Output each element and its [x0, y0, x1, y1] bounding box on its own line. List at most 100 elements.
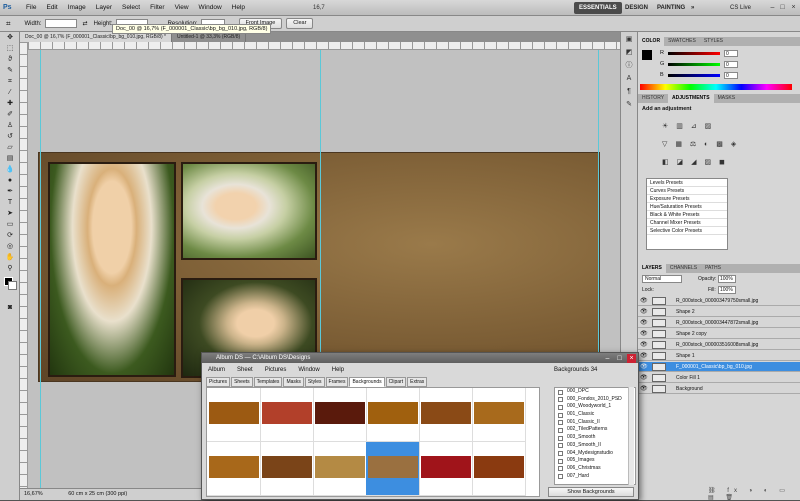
folder-list-item[interactable]: 006_Christmas [555, 465, 635, 473]
move-tool-icon[interactable]: ✥ [3, 33, 17, 43]
tab-layers[interactable]: LAYERS [638, 264, 666, 273]
green-value[interactable]: 0 [724, 60, 738, 68]
color-foreground-swatch[interactable] [642, 50, 652, 60]
character-icon[interactable]: A [623, 74, 635, 84]
swap-icon[interactable]: ⇄ [83, 20, 88, 27]
background-thumbnail[interactable] [262, 456, 312, 478]
horizontal-ruler[interactable] [28, 42, 620, 50]
folder-list-item[interactable]: 004_Mydesignstudio [555, 450, 635, 458]
folder-list-item[interactable]: 000_Fondos_2010_PSD [555, 396, 635, 404]
menu-help[interactable]: Help [227, 0, 250, 16]
eye-icon[interactable]: 👁 [640, 330, 648, 338]
adjustment-icons-row-1[interactable]: ☀ ▥ ⊿ ▨ [662, 122, 762, 132]
menu-select[interactable]: Select [117, 0, 145, 16]
zoom-status[interactable]: 16,67% [20, 491, 43, 497]
thumbnail-cell[interactable] [472, 388, 526, 442]
layer-row[interactable]: 👁 Color Fill 1 [638, 373, 800, 383]
album-menu-sheet[interactable]: Sheet [231, 367, 259, 373]
eye-icon[interactable]: 👁 [640, 385, 648, 393]
album-menu-album[interactable]: Album [202, 367, 231, 373]
cs-live[interactable]: CS Live [730, 3, 751, 13]
tab-masks[interactable]: MASKS [714, 94, 740, 103]
album-title-bar[interactable]: Album DS — C:\Album DS\Designs [202, 353, 638, 363]
background-thumbnail[interactable] [315, 402, 365, 424]
zoom-level[interactable]: 16,7 [310, 5, 328, 11]
eraser-icon[interactable]: ▱ [3, 143, 17, 153]
background-thumbnail[interactable] [262, 402, 312, 424]
thumbnail-cell[interactable] [472, 442, 526, 496]
eye-icon[interactable]: 👁 [640, 341, 648, 349]
menu-file[interactable]: File [21, 0, 41, 16]
background-thumbnail[interactable] [368, 456, 418, 478]
preset-levels[interactable]: Levels Presets [647, 179, 727, 187]
folder-checkbox[interactable] [558, 389, 563, 395]
adjustment-icons-row-2[interactable]: ▽ ▦ ⚖ ◐ ▩ ◈ [662, 140, 762, 150]
folder-list-scrollbar[interactable] [628, 387, 634, 485]
background-thumbnail[interactable] [209, 402, 259, 424]
album-tab-pictures[interactable]: Pictures [206, 377, 231, 387]
thumbnail-cell[interactable] [366, 442, 420, 496]
album-maximize-icon[interactable]: □ [615, 354, 624, 363]
eye-icon[interactable]: 👁 [640, 297, 648, 305]
menu-window[interactable]: Window [194, 0, 227, 16]
hand-tool-icon[interactable]: ✋ [3, 253, 17, 263]
menu-image[interactable]: Image [63, 0, 91, 16]
layer-row[interactable]: 👁 F_000001_Classic\bp_bg_010.jpg [638, 362, 800, 372]
folder-list-item[interactable]: 001_Classic [555, 411, 635, 419]
eye-icon[interactable]: 👁 [640, 363, 648, 371]
thumbnail-cell[interactable] [207, 388, 261, 442]
background-thumbnail[interactable] [474, 456, 524, 478]
folder-checkbox[interactable] [558, 458, 563, 464]
folder-list-item[interactable]: 003_Smooth_II [555, 442, 635, 450]
preset-channel-mixer[interactable]: Channel Mixer Presets [647, 219, 727, 227]
album-tab-backgrounds[interactable]: Backgrounds [349, 377, 385, 387]
width-field[interactable] [44, 19, 77, 28]
layer-row[interactable]: 👁 R_000stock_000003479750small.jpg [638, 296, 800, 306]
album-tab-frames[interactable]: Frames [325, 377, 349, 387]
3d-rotate-icon[interactable]: ⟳ [3, 231, 17, 241]
mini-bridge-icon[interactable]: ▣ [623, 35, 635, 45]
zoom-tool-icon[interactable]: ⚲ [3, 264, 17, 274]
navigator-icon[interactable]: ◩ [623, 48, 635, 58]
album-tab-sheets[interactable]: Sheets [231, 377, 253, 387]
layer-row[interactable]: 👁 Shape 2 [638, 307, 800, 317]
blue-value[interactable]: 0 [724, 71, 738, 79]
folder-checkbox[interactable] [558, 397, 563, 403]
eye-icon[interactable]: 👁 [640, 308, 648, 316]
album-menu-window[interactable]: Window [292, 367, 325, 373]
shape-tool-icon[interactable]: ▭ [3, 220, 17, 230]
tab-swatches[interactable]: SWATCHES [664, 37, 700, 46]
background-thumbnail[interactable] [421, 402, 471, 424]
crop-tool-icon[interactable]: ⌗ [3, 77, 17, 87]
healing-brush-icon[interactable]: ✚ [3, 99, 17, 109]
album-close-icon[interactable]: × [627, 354, 636, 363]
minimize-icon[interactable]: – [768, 3, 777, 12]
eye-icon[interactable]: 👁 [640, 352, 648, 360]
workspace-design[interactable]: DESIGN [620, 2, 653, 14]
dodge-tool-icon[interactable]: ● [3, 176, 17, 186]
preset-hue-saturation[interactable]: Hue/Saturation Presets [647, 203, 727, 211]
red-value[interactable]: 0 [724, 49, 738, 57]
folder-checkbox[interactable] [558, 443, 563, 449]
folder-checkbox[interactable] [558, 435, 563, 441]
folder-list-item[interactable]: 003_Smooth [555, 434, 635, 442]
brush-panel-icon[interactable]: ✎ [623, 100, 635, 110]
layer-row[interactable]: 👁 R_000stock_000003447872small.jpg [638, 318, 800, 328]
layer-action-icons[interactable]: ⛓ fx ◑ ◐ ▭ ▤ 🗑 [708, 487, 800, 501]
background-thumbnail[interactable] [315, 456, 365, 478]
blue-slider[interactable] [668, 73, 720, 77]
thumbnail-cell[interactable] [313, 442, 367, 496]
tab-channels[interactable]: CHANNELS [666, 264, 701, 273]
folder-list-item[interactable]: 007_Hard [555, 473, 635, 481]
thumbnail-cell[interactable] [207, 442, 261, 496]
album-tab-styles[interactable]: Styles [304, 377, 325, 387]
album-minimize-icon[interactable]: – [603, 354, 612, 363]
preset-black-white[interactable]: Black & White Presets [647, 211, 727, 219]
tab-styles[interactable]: STYLES [700, 37, 727, 46]
pen-tool-icon[interactable]: ✒ [3, 187, 17, 197]
blend-mode-select[interactable]: Normal [642, 275, 682, 283]
type-tool-icon[interactable]: T [3, 198, 17, 208]
background-thumbnail[interactable] [474, 402, 524, 424]
green-slider[interactable] [668, 62, 720, 66]
layer-row[interactable]: 👁 Shape 2 copy [638, 329, 800, 339]
